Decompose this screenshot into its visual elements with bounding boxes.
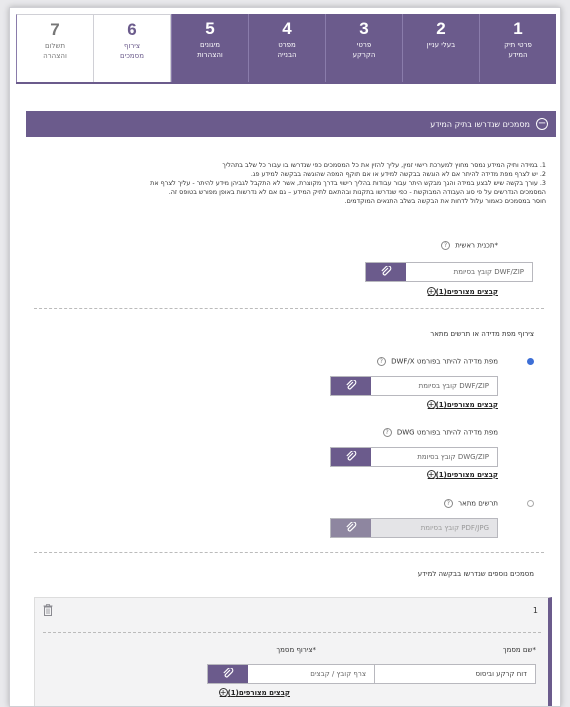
help-icon[interactable]: ? [441,241,450,250]
collapse-icon[interactable]: − [536,118,548,130]
tab-label: פרטי הקרקע [352,41,376,59]
main-plan-label-text: *תכנית ראשית [455,241,498,250]
attached-files-link[interactable]: קבצים מצורפים(1) [436,288,498,296]
section-divider [34,552,544,553]
survey-map-radio[interactable] [527,358,534,365]
attach-doc-upload[interactable]: צרף קובץ / קבצים [207,664,375,684]
dwg-upload[interactable]: DWG/ZIP קובץ בסיומת [330,447,498,467]
trash-icon[interactable] [43,604,53,616]
attach-button[interactable] [366,263,406,281]
dwfx-attached-files[interactable]: קבצים מצורפים(1) + [425,400,498,409]
tab-label: בעלי עניין [426,41,456,49]
form-window: 1 פרטי תיק המידע 2 בעלי עניין 3 פרטי הקר… [9,7,561,707]
section-divider [34,308,544,309]
attach-doc-label: *צירוף מסמך [276,646,316,654]
outline-upload[interactable]: PDF/JPG קובץ בסיומת [330,518,498,538]
paperclip-icon [346,380,357,390]
paperclip-icon [346,522,357,532]
tab-number: 7 [50,20,60,39]
help-icon[interactable]: ? [443,499,453,508]
paperclip-icon [381,266,392,276]
add-circle-icon[interactable]: + [426,470,436,479]
tab-number: 5 [205,19,215,38]
upload-placeholder: PDF/JPG קובץ בסיומת [420,524,489,532]
tab-number: 2 [436,19,446,38]
tab-step-1[interactable]: 1 פרטי תיק המידע [479,14,556,82]
outline-label-text: תרשים מתאר [458,499,498,508]
attach-button[interactable] [331,519,371,537]
survey-title: צירוף מפת מדידה או תרשים מתאר [430,330,534,338]
dwg-label: מפת מדידה להיתר בפורמט DWG ? [382,428,498,437]
help-icon[interactable]: ? [382,428,392,437]
paperclip-icon [346,451,357,461]
tab-step-3[interactable]: 3 פרטי הקרקע [325,14,402,82]
tab-label: תשלום והצהרה [43,42,67,60]
tab-step-4[interactable]: 4 מפרט הבנייה [248,14,325,82]
tab-label: צירוף מסמכים [120,42,144,60]
doc-name-label: *שם מסמך [502,646,536,654]
attached-files-link[interactable]: קבצים מצורפים(1) [436,471,498,479]
upload-placeholder: DWG/ZIP קובץ בסיומת [417,453,489,461]
paperclip-icon [223,668,234,678]
tab-step-2[interactable]: 2 בעלי עניין [402,14,479,82]
instruction-line: 1. במידה ותיק המידע נמסר מחוץ למערכת ריש… [222,161,546,169]
dwfx-upload[interactable]: DWF/ZIP קובץ בסיומת [330,376,498,396]
instructions: 1. במידה ותיק המידע נמסר מחוץ למערכת ריש… [34,161,546,206]
dwg-attached-files[interactable]: קבצים מצורפים(1) + [425,470,498,479]
attached-files-link[interactable]: קבצים מצורפים(1) [436,401,498,409]
tab-step-5[interactable]: 5 מיגונים והצהרות [171,14,248,82]
tab-label: פרטי תיק המידע [504,41,532,59]
dwfx-label-text: מפת מדידה להיתר בפורמט DWF/X [391,357,498,366]
additional-doc-item: 1 *שם מסמך דוח קרקע וביסוס *צירוף מסמך צ… [34,597,552,706]
main-plan-label: *תכנית ראשית ? [441,241,498,250]
instruction-line: המסמכים הנדרשים על פי סוג העבודה המבוקשת… [168,188,546,196]
tab-label: מיגונים והצהרות [197,41,223,59]
main-plan-upload[interactable]: DWF/ZIP קובץ בסיומת [365,262,533,282]
attach-button[interactable] [331,377,371,395]
outline-label: תרשים מתאר ? [443,499,498,508]
section-header[interactable]: − מסמכים שנדרשו בתיק המידע [26,111,556,137]
tab-step-6[interactable]: 6 צירוף מסמכים [93,14,171,82]
tab-number: 4 [282,19,292,38]
tab-number: 1 [513,19,523,38]
doc-name-input[interactable]: דוח קרקע וביסוס [374,664,536,684]
instruction-line: חוסר במסמכים כאמור עלול לדחות את הבקשה ב… [344,197,546,205]
help-icon[interactable]: ? [376,357,386,366]
upload-placeholder: DWF/ZIP קובץ בסיומת [418,382,489,390]
tab-underline [16,82,556,84]
upload-placeholder: DWF/ZIP קובץ בסיומת [453,268,524,276]
outline-radio[interactable] [527,500,534,507]
item-number: 1 [532,606,538,615]
main-plan-attached-files[interactable]: קבצים מצורפים(1) + [425,287,498,296]
dwg-label-text: מפת מדידה להיתר בפורמט DWG [396,428,498,437]
dwfx-label: מפת מדידה להיתר בפורמט DWF/X ? [376,357,498,366]
additional-docs-title: מסמכים נוספים שנדרשו בבקשה למידע [417,570,534,578]
add-circle-icon[interactable]: + [426,400,436,409]
attached-files-link[interactable]: קבצים מצורפים(1) [228,689,290,697]
tab-number: 6 [127,20,137,39]
instruction-line: 2. יש לצרף מפת מדידה להיתר אם לא הוגשה ב… [250,170,546,178]
tab-step-7[interactable]: 7 תשלום והצהרה [16,14,93,82]
upload-placeholder: צרף קובץ / קבצים [310,670,366,678]
tab-label: מפרט הבנייה [277,41,297,59]
section-title: מסמכים שנדרשו בתיק המידע [430,119,530,129]
tab-number: 3 [359,19,369,38]
instruction-line: 3. עורך בקשה שיש לבצע במידה והגך מבקש הי… [150,179,546,187]
attach-doc-attached-files[interactable]: קבצים מצורפים(1) + [217,688,290,697]
step-tabs: 1 פרטי תיק המידע 2 בעלי עניין 3 פרטי הקר… [16,14,556,82]
add-circle-icon[interactable]: + [426,287,436,296]
add-circle-icon[interactable]: + [218,688,228,697]
attach-button[interactable] [208,665,248,683]
attach-button[interactable] [331,448,371,466]
panel-divider [43,632,541,633]
